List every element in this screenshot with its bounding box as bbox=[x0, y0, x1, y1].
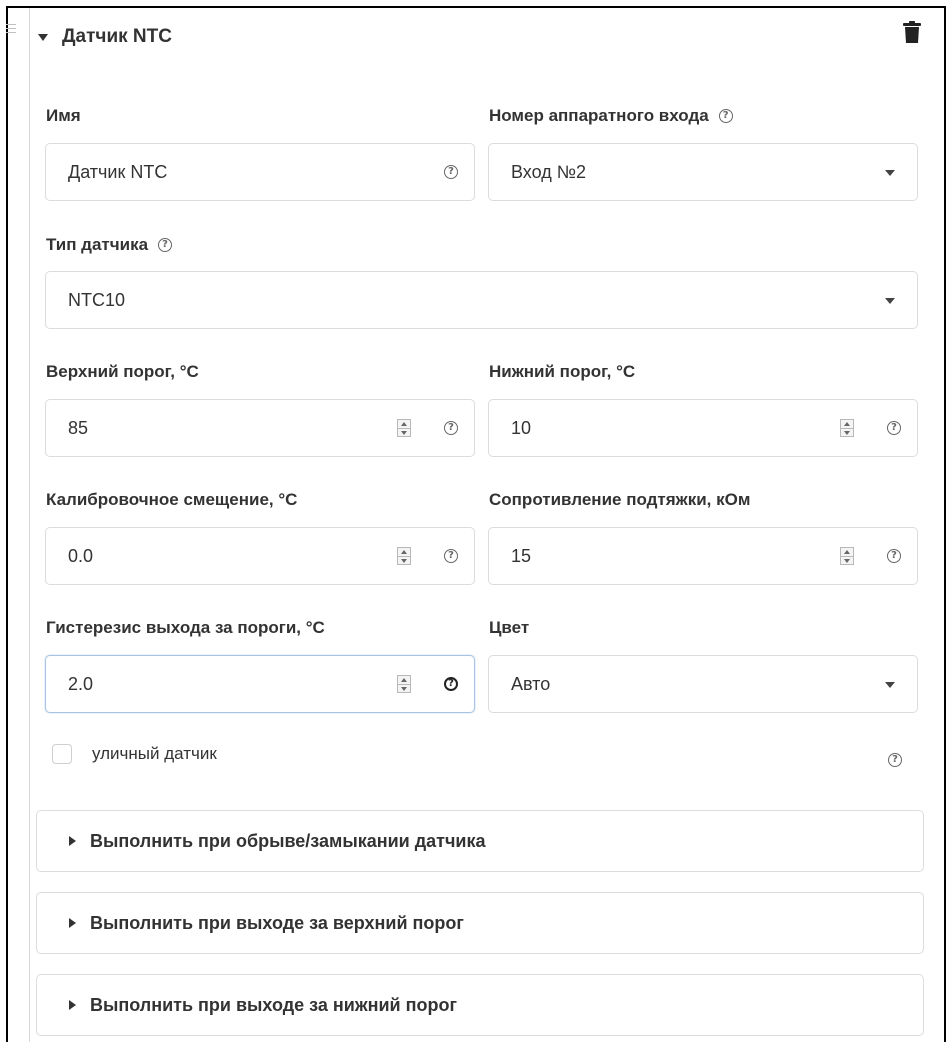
caret-right-icon bbox=[69, 918, 76, 928]
lower-threshold-value: 10 bbox=[511, 418, 532, 438]
panel-title: Выполнить при выходе за верхний порог bbox=[90, 912, 464, 933]
spinner-icon[interactable] bbox=[840, 547, 854, 565]
spinner-icon[interactable] bbox=[840, 419, 854, 437]
calibration-offset-input[interactable]: 0.0 ? bbox=[45, 527, 475, 585]
calibration-offset-label-text: Калибровочное смещение, °C bbox=[46, 490, 298, 509]
pullup-resistance-input[interactable]: 15 ? bbox=[488, 527, 918, 585]
upper-threshold-label-text: Верхний порог, °C bbox=[46, 362, 199, 381]
card-divider bbox=[29, 8, 30, 1042]
question-circle-icon[interactable]: ? bbox=[444, 421, 458, 435]
panel-on-lower-threshold[interactable]: Выполнить при выходе за нижний порог bbox=[36, 974, 924, 1036]
question-circle-icon[interactable]: ? bbox=[887, 549, 901, 563]
hysteresis-value: 2.0 bbox=[68, 674, 94, 694]
name-input-value: Датчик NTC bbox=[68, 162, 168, 182]
panel-on-upper-threshold[interactable]: Выполнить при выходе за верхний порог bbox=[36, 892, 924, 954]
color-select[interactable]: Авто bbox=[488, 655, 918, 713]
caret-right-icon bbox=[69, 1000, 76, 1010]
color-label: Цвет bbox=[489, 618, 529, 638]
spinner-icon[interactable] bbox=[397, 419, 411, 437]
caret-down-icon[interactable] bbox=[38, 33, 48, 41]
hysteresis-label: Гистерезис выхода за пороги, °C bbox=[46, 618, 325, 638]
hw-input-label-text: Номер аппаратного входа bbox=[489, 106, 709, 125]
spinner-icon[interactable] bbox=[397, 675, 411, 693]
upper-threshold-input[interactable]: 85 ? bbox=[45, 399, 475, 457]
hw-input-select[interactable]: Вход №2 bbox=[488, 143, 918, 201]
hw-input-select-value: Вход №2 bbox=[511, 162, 587, 182]
name-input[interactable]: Датчик NTC ? bbox=[45, 143, 475, 201]
caret-down-icon[interactable] bbox=[885, 170, 895, 176]
pullup-resistance-value: 15 bbox=[511, 546, 532, 566]
hysteresis-label-text: Гистерезис выхода за пороги, °C bbox=[46, 618, 325, 637]
card-header[interactable]: Датчик NTC bbox=[34, 22, 172, 52]
hw-input-label: Номер аппаратного входа ? bbox=[489, 106, 733, 126]
question-circle-icon[interactable]: ? bbox=[887, 421, 901, 435]
trash-icon[interactable] bbox=[902, 20, 922, 44]
lower-threshold-label-text: Нижний порог, °C bbox=[489, 362, 636, 381]
upper-threshold-label: Верхний порог, °C bbox=[46, 362, 199, 382]
color-label-text: Цвет bbox=[489, 618, 530, 637]
question-circle-icon[interactable]: ? bbox=[444, 549, 458, 563]
caret-down-icon[interactable] bbox=[885, 298, 895, 304]
calibration-offset-label: Калибровочное смещение, °C bbox=[46, 490, 297, 510]
panel-on-sensor-fault[interactable]: Выполнить при обрыве/замыкании датчика bbox=[36, 810, 924, 872]
upper-threshold-value: 85 bbox=[68, 418, 89, 438]
color-select-value: Авто bbox=[511, 674, 551, 694]
calibration-offset-value: 0.0 bbox=[68, 546, 94, 566]
sensor-type-label-text: Тип датчика bbox=[46, 235, 149, 254]
name-label-text: Имя bbox=[46, 106, 81, 125]
question-circle-icon[interactable]: ? bbox=[888, 753, 902, 767]
pullup-resistance-label-text: Сопротивление подтяжки, кОм bbox=[489, 490, 751, 509]
panel-title: Выполнить при выходе за нижний порог bbox=[90, 994, 457, 1015]
spinner-icon[interactable] bbox=[397, 547, 411, 565]
question-circle-icon[interactable]: ? bbox=[158, 238, 173, 252]
caret-down-icon[interactable] bbox=[885, 682, 895, 688]
question-circle-icon[interactable]: ? bbox=[444, 677, 458, 691]
sensor-type-select[interactable]: NTC10 bbox=[45, 271, 918, 329]
outdoor-sensor-label[interactable]: уличный датчик bbox=[92, 744, 217, 764]
card-title: Датчик NTC bbox=[62, 26, 172, 47]
name-label: Имя bbox=[46, 106, 81, 126]
outdoor-sensor-checkbox[interactable] bbox=[52, 744, 72, 764]
sensor-type-label: Тип датчика ? bbox=[46, 235, 173, 255]
lower-threshold-label: Нижний порог, °C bbox=[489, 362, 635, 382]
panel-title: Выполнить при обрыве/замыкании датчика bbox=[90, 830, 486, 851]
question-circle-icon[interactable]: ? bbox=[718, 109, 733, 123]
drag-handle-icon[interactable] bbox=[6, 24, 16, 38]
sensor-type-select-value: NTC10 bbox=[68, 290, 126, 310]
caret-right-icon bbox=[69, 836, 76, 846]
lower-threshold-input[interactable]: 10 ? bbox=[488, 399, 918, 457]
hysteresis-input[interactable]: 2.0 ? bbox=[45, 655, 475, 713]
pullup-resistance-label: Сопротивление подтяжки, кОм bbox=[489, 490, 750, 510]
question-circle-icon[interactable]: ? bbox=[444, 165, 458, 179]
